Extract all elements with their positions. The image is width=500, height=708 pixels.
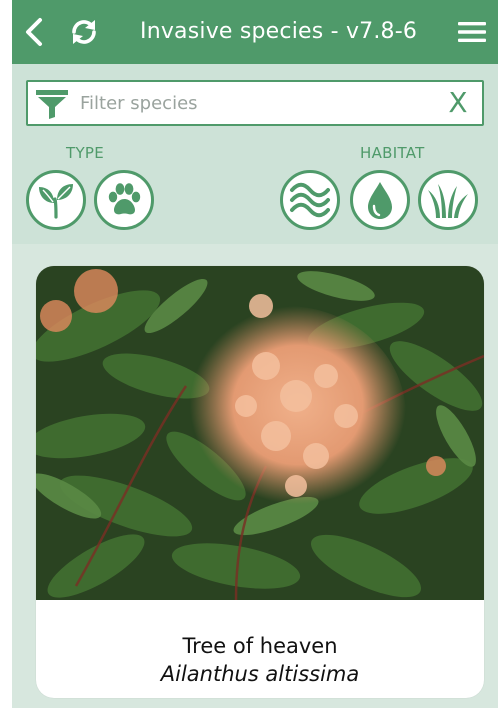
filter-funnel-icon (36, 90, 68, 119)
species-caption: Tree of heaven Ailanthus altissima (36, 600, 484, 698)
app-header: Invasive species - v7.8-6 (12, 0, 498, 64)
back-button[interactable] (16, 14, 52, 50)
refresh-button[interactable] (66, 14, 102, 50)
plant-icon (39, 184, 73, 219)
filter-panel: X TYPE HABITAT (12, 64, 498, 244)
type-group-label: TYPE (66, 144, 105, 162)
paw-icon (108, 183, 141, 215)
species-common-name: Tree of heaven (182, 634, 338, 658)
type-animal-button[interactable] (94, 170, 154, 230)
grass-icon (428, 184, 468, 218)
chevron-left-icon (26, 18, 42, 46)
habitat-water-button[interactable] (280, 170, 340, 230)
water-waves-icon (290, 182, 330, 218)
clear-filter-button[interactable]: X (444, 86, 472, 120)
species-filter-input[interactable] (80, 88, 440, 118)
menu-button[interactable] (454, 14, 490, 50)
species-list: Tree of heaven Ailanthus altissima (12, 244, 498, 708)
hamburger-menu-icon (458, 22, 486, 42)
species-scientific-name: Ailanthus altissima (160, 662, 360, 686)
habitat-group-label: HABITAT (360, 144, 425, 162)
refresh-icon (72, 20, 96, 44)
type-plant-button[interactable] (26, 170, 86, 230)
water-drop-icon (368, 182, 392, 219)
app-title: Invasive species - v7.8-6 (140, 19, 418, 44)
species-photo (36, 266, 484, 600)
species-card[interactable]: Tree of heaven Ailanthus altissima (36, 266, 484, 698)
app-screen: Invasive species - v7.8-6 X TYPE HABITAT (0, 0, 500, 708)
habitat-freshwater-button[interactable] (350, 170, 410, 230)
habitat-land-button[interactable] (418, 170, 478, 230)
search-bar: X (26, 80, 484, 126)
